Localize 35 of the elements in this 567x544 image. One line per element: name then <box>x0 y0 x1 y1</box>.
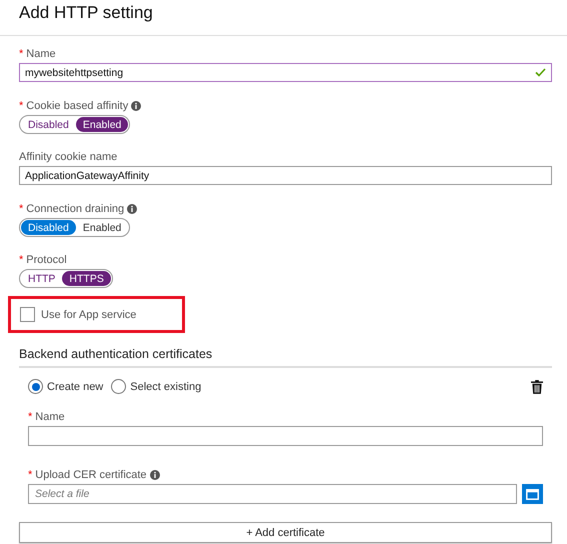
toggle-option[interactable]: HTTPS <box>62 271 111 286</box>
field-label: Protocol <box>26 254 67 266</box>
field-label: Connection draining <box>26 203 124 215</box>
toggle-option[interactable]: HTTP <box>21 271 62 286</box>
trash-icon[interactable] <box>531 380 543 394</box>
section-heading: Backend authentication certificates <box>19 347 552 368</box>
add-certificate-button[interactable]: + Add certificate <box>19 522 552 543</box>
radio-option[interactable]: Select existing <box>111 379 202 394</box>
radio-option[interactable]: Create new <box>28 379 104 394</box>
field-label: Name <box>26 48 56 60</box>
radio-button[interactable] <box>28 379 43 394</box>
required-mark: * <box>28 469 32 481</box>
required-mark: * <box>19 203 24 215</box>
checkbox[interactable] <box>20 307 35 322</box>
toggle-option[interactable]: Enabled <box>76 117 128 132</box>
text-field[interactable]: ApplicationGatewayAffinity <box>19 166 552 185</box>
field-label: Name <box>35 411 65 423</box>
field-label: Upload CER certificate <box>35 469 147 481</box>
name-field[interactable] <box>28 426 543 446</box>
field-label: Affinity cookie name <box>19 151 118 163</box>
radio-button[interactable] <box>111 379 126 394</box>
required-mark: * <box>19 254 24 266</box>
toggle-option[interactable]: Disabled <box>21 220 76 235</box>
required-mark: * <box>19 48 24 60</box>
file-field[interactable]: Select a file <box>28 484 517 504</box>
toggle-option[interactable]: Disabled <box>21 117 76 132</box>
toggle-option[interactable]: Enabled <box>76 220 128 235</box>
checkbox-label: Use for App service <box>41 308 136 320</box>
required-mark: * <box>19 100 24 112</box>
panel-title: Add HTTP setting <box>0 0 567 36</box>
check-icon <box>535 68 546 77</box>
required-mark: * <box>28 411 32 423</box>
browse-button[interactable] <box>522 484 543 504</box>
field-label: Cookie based affinity <box>26 100 128 112</box>
text-field[interactable]: mywebsitehttpsetting <box>19 63 552 82</box>
